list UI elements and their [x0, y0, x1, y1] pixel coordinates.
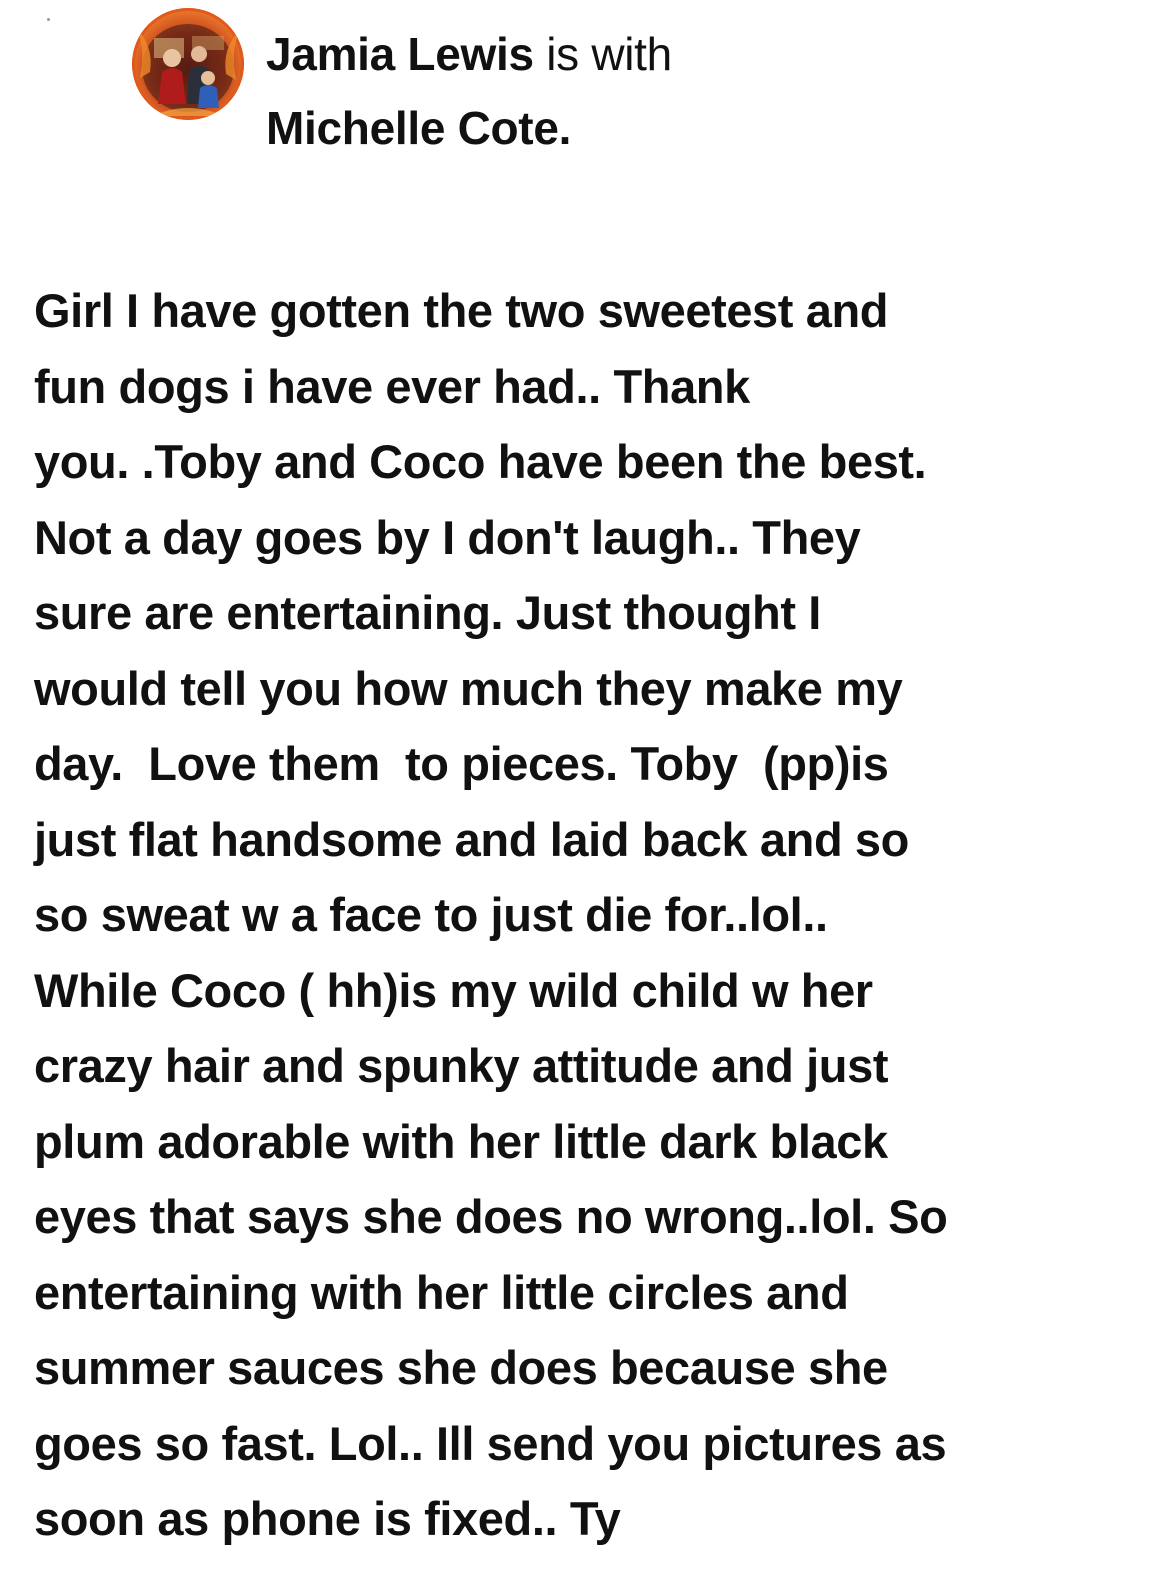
with-connector: is with: [546, 28, 672, 80]
post-body-line: fun dogs i have ever had.. Thank: [34, 359, 750, 413]
post-body-line: eyes that says she does no wrong..lol. S…: [34, 1190, 948, 1243]
post-header: Jamia Lewis is with Michelle Cote.: [132, 8, 672, 165]
post-body-line: so sweat w a face to just die for..lol..: [34, 888, 828, 941]
post-body-line: entertaining with her little circles and: [34, 1265, 849, 1319]
post-body-line: summer sauces she does because she: [34, 1341, 888, 1394]
post-body-line: Not a day goes by I don't laugh.. They: [34, 510, 861, 564]
post-body-line: day. Love them to pieces. Toby (pp)is: [34, 737, 889, 790]
post-body-line: Girl I have gotten the two sweetest and: [34, 284, 889, 337]
stray-mark: [47, 18, 50, 21]
post-body-line: just flat handsome and laid back and so: [34, 812, 909, 866]
avatar[interactable]: [132, 8, 244, 120]
post-body-line: sure are entertaining. Just thought I: [34, 586, 821, 639]
profile-photo-icon: [136, 24, 240, 116]
post-body: Girl I have gotten the two sweetest and f…: [34, 273, 1114, 1557]
tagged-suffix: .: [558, 102, 572, 154]
post-body-line: plum adorable with her little dark black: [34, 1114, 888, 1168]
tagged-name-link[interactable]: Michelle Cote: [266, 102, 559, 154]
post-body-line: soon as phone is fixed.. Ty: [34, 1492, 621, 1545]
post-body-line: goes so fast. Lol.. Ill send you picture…: [34, 1416, 947, 1470]
author-name-link[interactable]: Jamia Lewis: [266, 28, 534, 80]
post-body-line: While Coco ( hh)is my wild child w her: [34, 963, 873, 1017]
post-header-text: Jamia Lewis is with Michelle Cote.: [266, 17, 672, 165]
post-body-line: crazy hair and spunky attitude and just: [34, 1039, 889, 1092]
post-body-line: would tell you how much they make my: [34, 661, 903, 715]
post-body-line: you. .Toby and Coco have been the best.: [34, 435, 927, 488]
